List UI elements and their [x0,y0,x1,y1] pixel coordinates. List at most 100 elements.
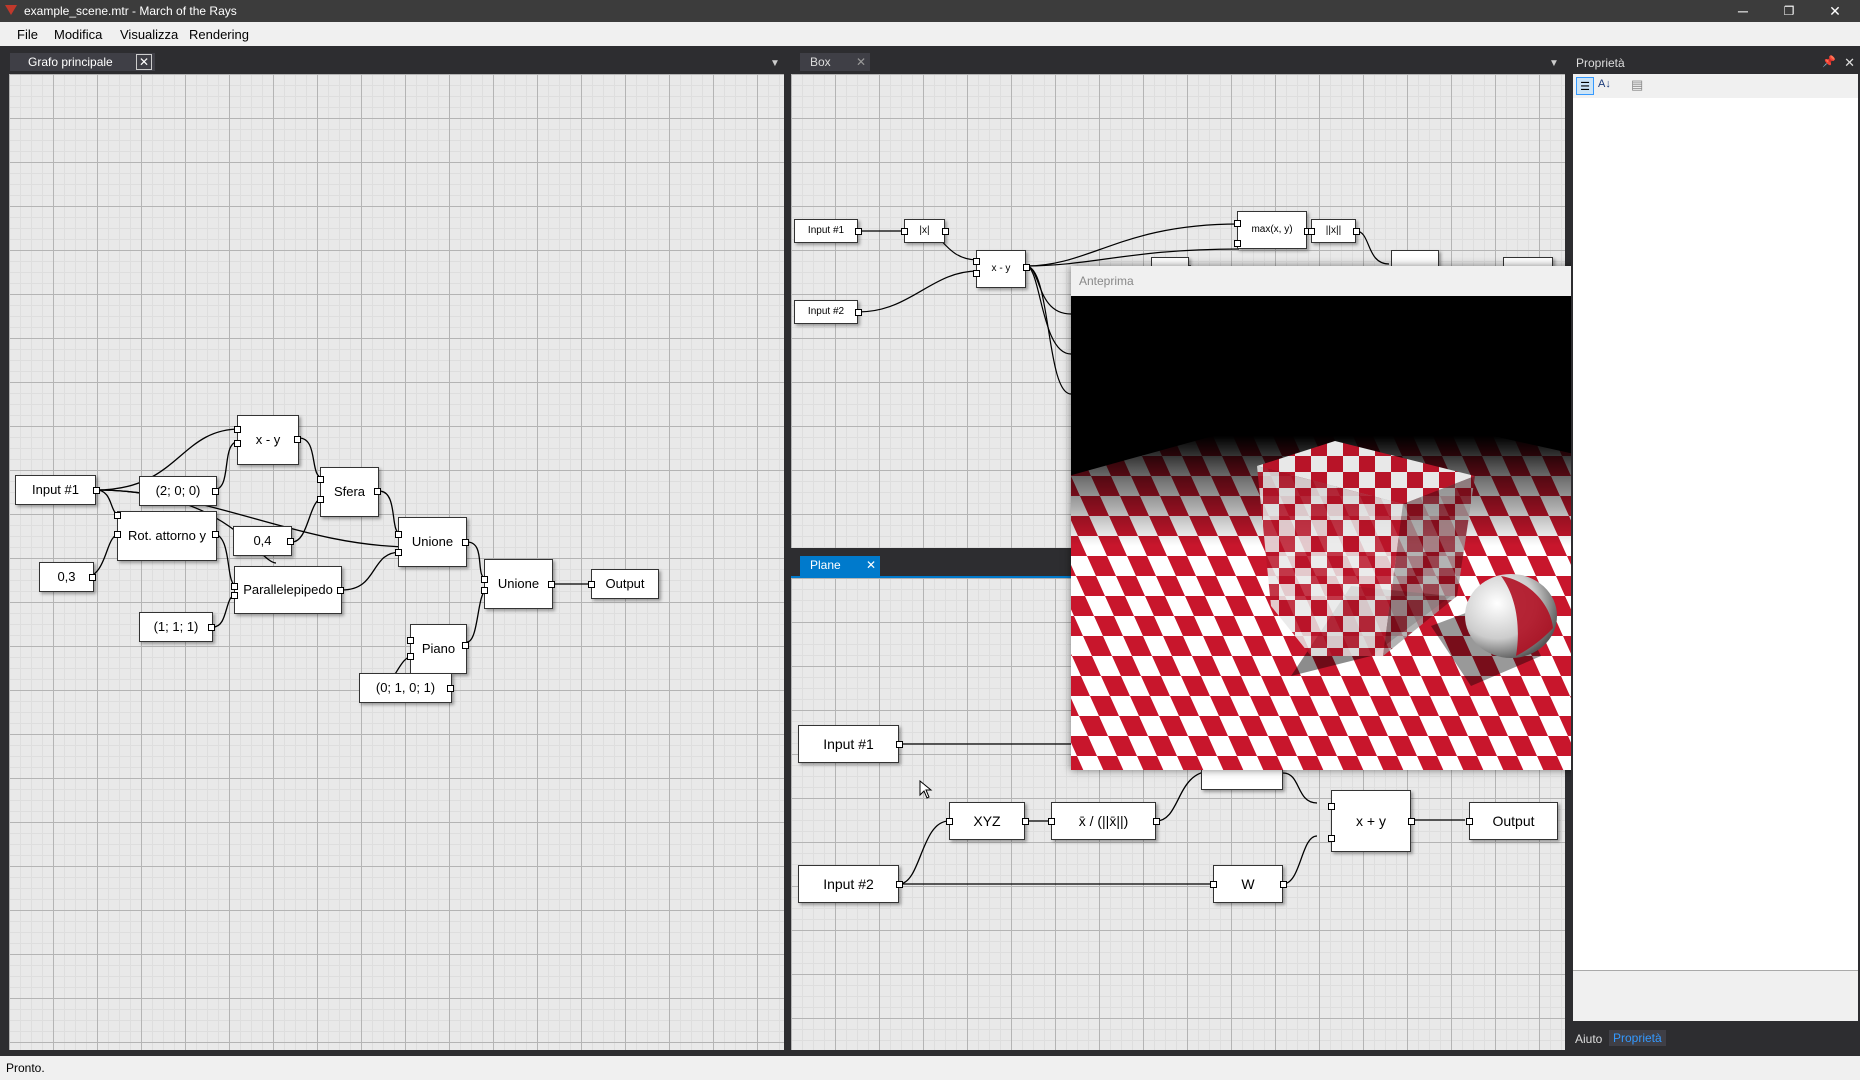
node-add[interactable]: x + y [1328,790,1415,852]
node-port-out[interactable] [1280,881,1287,888]
node-port-out[interactable] [855,228,862,235]
node-port-in[interactable] [1328,803,1335,810]
node-port-in[interactable] [1466,818,1473,825]
tab-close-icon[interactable]: ✕ [854,53,868,71]
node-port-in[interactable] [588,581,595,588]
node-port-in[interactable] [395,531,402,538]
tab-grafo-principale[interactable]: Grafo principale ✕ [10,53,155,71]
node-vector-1-1-1[interactable]: (1; 1; 1) [139,612,215,642]
node-w[interactable]: W [1210,865,1287,903]
node-port-out[interactable] [447,685,454,692]
node-input-2[interactable]: Input #2 [794,300,862,324]
node-port-in[interactable] [395,549,402,556]
pin-icon[interactable]: 📌 [1822,55,1836,68]
node-port-out[interactable] [548,581,555,588]
node-port-out[interactable] [212,488,219,495]
node-port-out[interactable] [896,881,903,888]
node-rotate-y[interactable]: Rot. attorno y [114,511,219,561]
dropdown-icon[interactable]: ▼ [770,58,780,69]
close-icon[interactable]: ✕ [1844,55,1855,71]
close-button[interactable]: ✕ [1812,0,1858,22]
node-input-1[interactable]: Input #1 [794,219,862,243]
node-port-out[interactable] [1153,818,1160,825]
tab-aiuto[interactable]: Aiuto [1575,1032,1602,1046]
node-port-out[interactable] [462,642,469,649]
node-port-in[interactable] [234,440,241,447]
node-union-1[interactable]: Unione [395,517,469,567]
tab-box[interactable]: Box ✕ [800,53,870,71]
node-port-in[interactable] [1308,228,1315,235]
node-xyz[interactable]: XYZ [946,802,1029,840]
node-const-0-4[interactable]: 0,4 [233,526,294,556]
node-output[interactable]: Output [1466,802,1558,840]
node-port-in[interactable] [407,653,414,660]
node-port-out[interactable] [1353,228,1360,235]
tab-close-icon[interactable]: ✕ [136,54,152,70]
tab-proprieta[interactable]: Proprietà [1609,1030,1666,1046]
node-port-in[interactable] [1234,220,1241,227]
node-port-in[interactable] [234,426,241,433]
node-abs[interactable]: |x| [901,219,949,243]
minimize-button[interactable]: ─ [1720,0,1766,22]
node-port-out[interactable] [1022,818,1029,825]
node-port-in[interactable] [946,818,953,825]
node-port-out[interactable] [93,487,100,494]
node-normalize[interactable]: x̄ / (||x̄||) [1048,802,1160,840]
node-plane[interactable]: Piano [407,624,469,674]
node-port-in[interactable] [1234,240,1241,247]
node-port-in[interactable] [317,496,324,503]
node-port-in[interactable] [1210,881,1217,888]
tab-close-icon[interactable]: ✕ [864,556,878,574]
node-port-out[interactable] [1023,264,1030,271]
node-subtract[interactable]: x - y [973,250,1030,288]
tab-plane[interactable]: Plane ✕ [800,556,880,576]
node-port-out[interactable] [89,574,96,581]
node-output[interactable]: Output [588,569,659,599]
node-box[interactable]: Parallelepipedo [231,566,344,614]
node-input-2[interactable]: Input #2 [798,865,903,903]
node-port-out[interactable] [896,741,903,748]
node-port-out[interactable] [942,228,949,235]
node-port-in[interactable] [407,637,414,644]
node-port-out[interactable] [294,436,301,443]
node-port-in[interactable] [1328,835,1335,842]
node-port-in[interactable] [1048,818,1055,825]
node-port-in[interactable] [481,576,488,583]
node-port-out[interactable] [212,531,219,538]
node-vector-2-0-0[interactable]: (2; 0; 0) [139,476,219,506]
node-const-0-3[interactable]: 0,3 [39,562,96,592]
node-input-1[interactable]: Input #1 [798,725,903,763]
maximize-button[interactable]: ❐ [1766,0,1812,22]
node-port-in[interactable] [973,258,980,265]
node-port-in[interactable] [114,531,121,538]
node-port-in[interactable] [481,587,488,594]
dropdown-icon[interactable]: ▼ [1549,58,1559,69]
node-port-out[interactable] [287,538,294,545]
node-subtract[interactable]: x - y [234,415,301,465]
node-port-in[interactable] [114,512,121,519]
preview-window[interactable]: Anteprima [1071,266,1635,770]
node-port-in[interactable] [231,592,238,599]
node-port-out[interactable] [1408,818,1415,825]
node-port-out[interactable] [337,587,344,594]
node-sphere[interactable]: Sfera [317,467,381,517]
node-port-out[interactable] [855,309,862,316]
node-port-out[interactable] [374,488,381,495]
node-port-out[interactable] [462,539,469,546]
node-norm[interactable]: ||x|| [1308,219,1360,243]
node-vector-0-1-0-1[interactable]: (0; 1, 0; 1) [359,673,454,703]
property-pages-icon[interactable]: ▤ [1631,77,1643,93]
node-port-in[interactable] [973,270,980,277]
properties-grid[interactable] [1573,98,1858,1018]
node-union-2[interactable]: Unione [481,559,555,609]
menu-modifica[interactable]: Modifica [54,27,102,42]
menu-file[interactable]: File [17,27,38,42]
node-input-1[interactable]: Input #1 [15,475,100,505]
node-max[interactable]: max(x, y) [1234,211,1311,249]
alphabetical-icon[interactable]: A↓ [1598,78,1611,90]
menu-visualizza[interactable]: Visualizza [120,27,178,42]
menu-rendering[interactable]: Rendering [189,27,249,42]
node-port-in[interactable] [901,228,908,235]
node-port-in[interactable] [231,583,238,590]
main-graph-canvas[interactable]: Input #1 0,3 (2; 0; 0) x - y Rot. attorn… [9,74,784,1050]
